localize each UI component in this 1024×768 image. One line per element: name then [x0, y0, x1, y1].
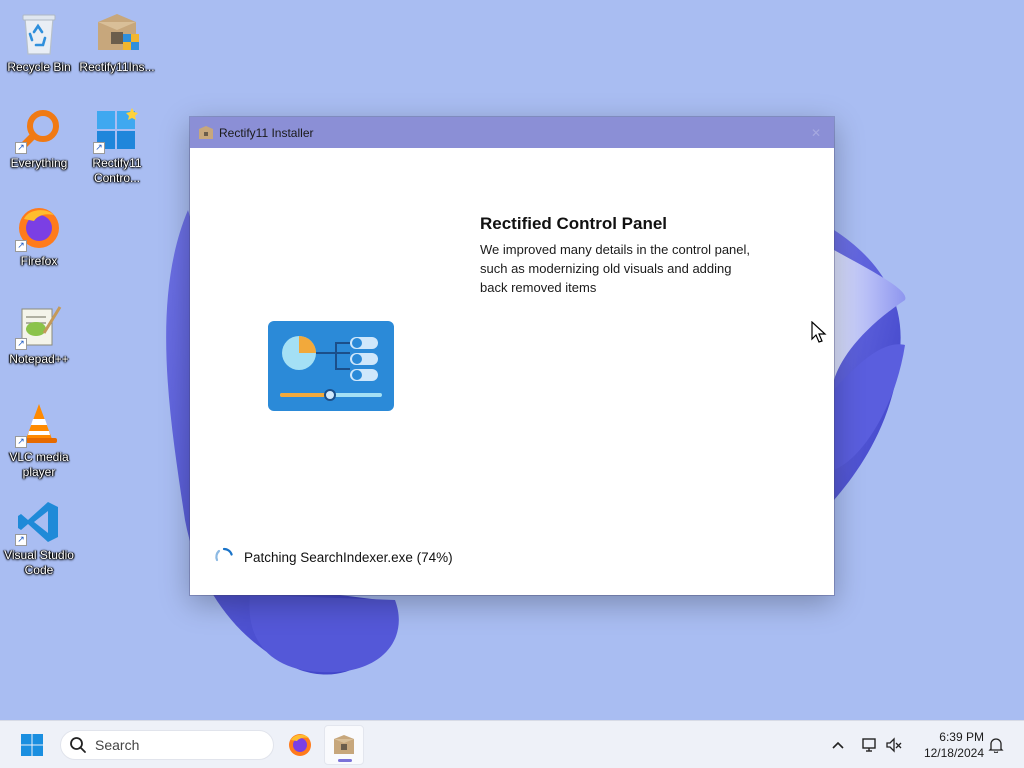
window-title: Rectify11 Installer	[219, 125, 314, 140]
shortcut-arrow-icon: ↗	[93, 142, 105, 154]
firefox-icon	[289, 734, 311, 756]
clock-date: 12/18/2024	[923, 746, 984, 760]
desktop-icon-rectify11-control[interactable]: ↗ Rectify11 Contro...	[78, 106, 156, 186]
install-status: Patching SearchIndexer.exe (74%)	[214, 547, 453, 567]
desktop-icon-vscode[interactable]: ↗ Visual Studio Code	[0, 498, 78, 578]
shortcut-arrow-icon: ↗	[15, 240, 27, 252]
desktop-icon-firefox[interactable]: ↗ Firefox	[0, 204, 78, 269]
search-icon	[70, 737, 86, 753]
taskbar-search[interactable]	[60, 730, 274, 760]
clock-time: 6:39 PM	[939, 730, 984, 744]
installer-window[interactable]: Rectify11 Installer ✕ Rectified Control …	[190, 117, 834, 595]
control-panel-graphic	[268, 321, 394, 411]
shortcut-arrow-icon: ↗	[15, 338, 27, 350]
volume-control[interactable]	[884, 735, 904, 755]
start-icon	[21, 734, 43, 756]
desktop-icon-vlc[interactable]: ↗ VLC media player	[0, 400, 78, 480]
feature-description: We improved many details in the control …	[480, 242, 751, 295]
taskbar: 6:39 PM 12/18/2024	[0, 720, 1024, 768]
desktop-icon-recycle-bin[interactable]: Recycle Bin	[0, 10, 78, 75]
shortcut-arrow-icon: ↗	[15, 436, 27, 448]
desktop-icon-everything[interactable]: ↗ Everything	[0, 106, 78, 171]
windows-control-icon: ↗	[93, 106, 141, 154]
mouse-cursor-icon	[811, 321, 827, 343]
taskbar-rectify11-installer[interactable]	[324, 725, 364, 765]
desktop-icon-notepad-plus-plus[interactable]: ↗ Notepad++	[0, 302, 78, 367]
feature-heading: Rectified Control Panel	[480, 214, 668, 233]
chevron-up-icon	[832, 741, 844, 749]
everything-search-icon: ↗	[15, 106, 63, 154]
system-clock[interactable]: 6:39 PM 12/18/2024	[908, 729, 984, 761]
notification-bell-icon	[988, 738, 1004, 753]
volume-muted-icon	[886, 737, 902, 753]
close-button[interactable]: ✕	[806, 123, 826, 143]
notepad-plus-plus-icon: ↗	[15, 302, 63, 350]
show-hidden-icons-button[interactable]	[828, 735, 848, 755]
vscode-icon: ↗	[15, 498, 63, 546]
recycle-bin-icon	[15, 10, 63, 58]
start-button[interactable]	[12, 725, 52, 765]
shortcut-arrow-icon: ↗	[15, 142, 27, 154]
status-text: Patching SearchIndexer.exe (74%)	[244, 549, 453, 565]
vlc-cone-icon: ↗	[15, 400, 63, 448]
installer-package-icon	[334, 735, 354, 754]
notification-center-button[interactable]	[986, 735, 1006, 755]
network-status[interactable]	[860, 735, 880, 755]
shortcut-arrow-icon: ↗	[15, 534, 27, 546]
active-app-indicator	[338, 759, 352, 762]
firefox-icon: ↗	[15, 204, 63, 252]
installer-package-icon	[93, 10, 141, 58]
taskbar-firefox[interactable]	[280, 725, 320, 765]
desktop-icon-rectify11-installer[interactable]: Rectify11Ins...	[78, 10, 156, 75]
installer-package-icon	[199, 125, 213, 139]
search-input[interactable]	[95, 737, 255, 753]
desktop: Recycle Bin Rectify11Ins... ↗ Everything	[0, 0, 1024, 720]
loading-spinner-icon	[215, 547, 233, 562]
titlebar[interactable]: Rectify11 Installer ✕	[190, 117, 834, 148]
network-icon	[862, 738, 876, 752]
